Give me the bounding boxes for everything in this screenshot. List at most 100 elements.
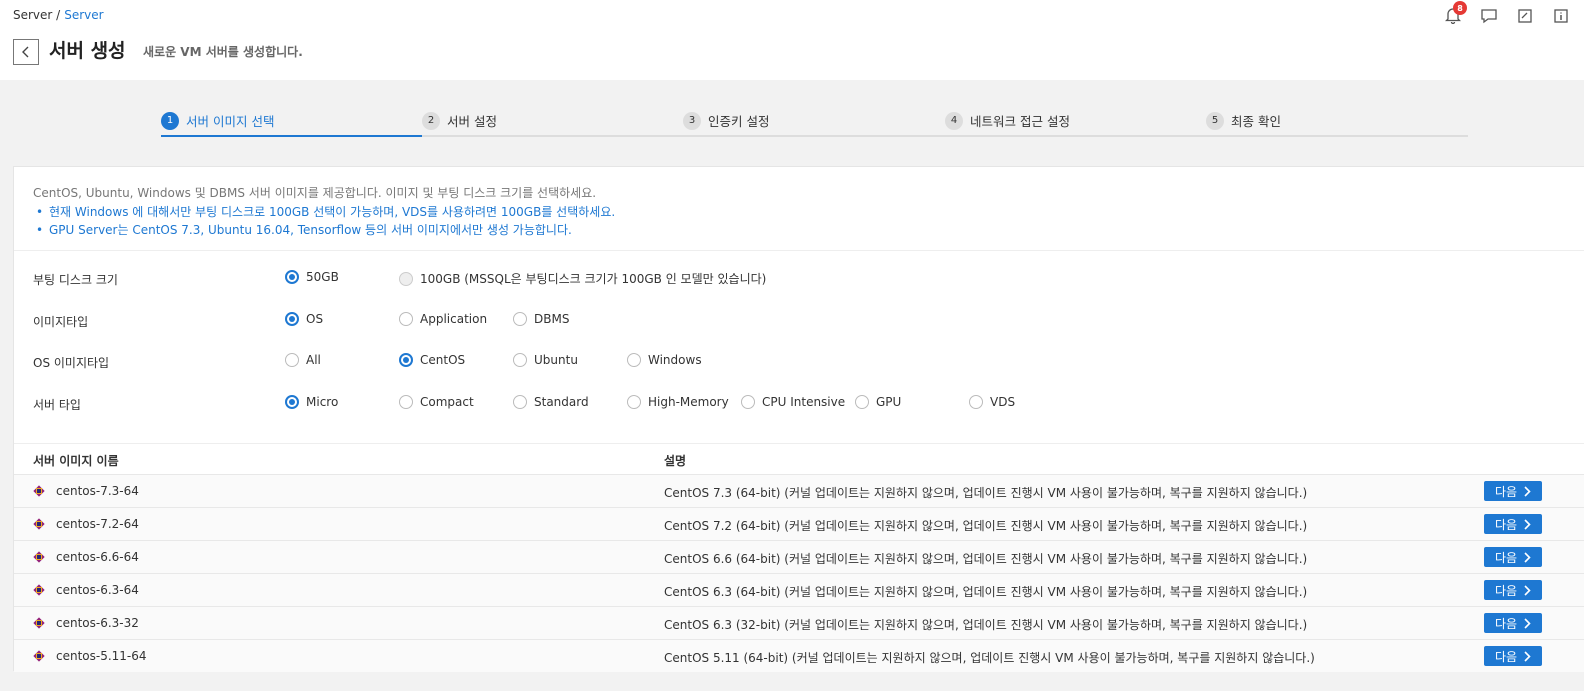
centos-logo-icon	[33, 584, 45, 596]
notice: CentOS, Ubuntu, Windows 및 DBMS 서버 이미지를 제…	[33, 184, 615, 240]
radio-server-standard[interactable]: Standard	[513, 395, 589, 409]
next-label: 다음	[1494, 550, 1518, 565]
radio-label: Micro	[306, 395, 339, 409]
radio-os-ubuntu[interactable]: Ubuntu	[513, 353, 578, 367]
step-label: 서버 이미지 선택	[186, 114, 275, 129]
chevron-right-icon	[1524, 551, 1531, 563]
radio-label: Compact	[420, 395, 474, 409]
radio-server-micro[interactable]: Micro	[285, 395, 338, 409]
os-image-type-label: OS 이미지타입	[33, 356, 110, 370]
radio-label: 50GB	[306, 270, 339, 284]
radio-os-centos[interactable]: CentOS	[399, 353, 465, 367]
next-button[interactable]: 다음	[1484, 613, 1542, 633]
radio-circle[interactable]	[969, 395, 983, 409]
active-step-indicator	[161, 135, 422, 137]
radio-server-compact[interactable]: Compact	[399, 395, 474, 409]
breadcrumb-current[interactable]: Server	[64, 8, 103, 22]
table-row[interactable]: centos-6.3-32 CentOS 6.3 (32-bit) (커널 업데…	[14, 606, 1584, 639]
table-row[interactable]: centos-6.6-64 CentOS 6.6 (64-bit) (커널 업데…	[14, 540, 1584, 573]
table-row[interactable]: centos-7.3-64 CentOS 7.3 (64-bit) (커널 업데…	[14, 474, 1584, 507]
breadcrumb-root[interactable]: Server /	[13, 8, 60, 22]
radio-label: All	[306, 353, 321, 367]
radio-label: Standard	[534, 395, 589, 409]
image-description: CentOS 6.6 (64-bit) (커널 업데이트는 지원하지 않으며, …	[664, 552, 1308, 566]
radio-server-cpu-intensive[interactable]: CPU Intensive	[741, 395, 845, 409]
radio-os-all[interactable]: All	[285, 353, 321, 367]
radio-circle[interactable]	[627, 353, 641, 367]
back-button[interactable]	[13, 39, 39, 65]
centos-logo-icon	[33, 485, 45, 497]
image-type-label: 이미지타입	[33, 315, 89, 329]
next-button[interactable]: 다음	[1484, 646, 1542, 666]
radio-server-high-memory[interactable]: High-Memory	[627, 395, 729, 409]
image-description: CentOS 7.2 (64-bit) (커널 업데이트는 지원하지 않으며, …	[664, 519, 1308, 533]
centos-logo-icon	[33, 650, 45, 662]
radio-circle[interactable]	[513, 395, 527, 409]
breadcrumb: Server / Server	[13, 8, 104, 22]
radio-image-os[interactable]: OS	[285, 312, 323, 326]
notice-main: CentOS, Ubuntu, Windows 및 DBMS 서버 이미지를 제…	[33, 186, 597, 200]
step-server-image[interactable]: 1 서버 이미지 선택	[161, 106, 274, 135]
radio-server-vds[interactable]: VDS	[969, 395, 1015, 409]
next-button[interactable]: 다음	[1484, 580, 1542, 600]
step-number: 3	[683, 111, 701, 130]
radio-label: High-Memory	[648, 395, 729, 409]
radio-circle[interactable]	[285, 270, 299, 284]
top-bar: Server / Server 서버 생성 새로운 VM 서버를 생성합니다. 8	[0, 0, 1584, 80]
radio-server-gpu[interactable]: GPU	[855, 395, 901, 409]
table-row[interactable]: centos-5.11-64 CentOS 5.11 (64-bit) (커널 …	[14, 639, 1584, 672]
info-button[interactable]	[1551, 6, 1570, 25]
step-number: 5	[1206, 111, 1224, 130]
next-button[interactable]: 다음	[1484, 481, 1542, 501]
centos-logo-icon	[33, 551, 45, 563]
step-server-settings[interactable]: 2 서버 설정	[422, 106, 497, 135]
next-button[interactable]: 다음	[1484, 547, 1542, 567]
next-label: 다음	[1494, 583, 1518, 598]
radio-circle[interactable]	[513, 312, 527, 326]
step-label: 서버 설정	[447, 114, 497, 129]
centos-logo-icon	[33, 518, 45, 530]
step-network-access[interactable]: 4 네트워크 접근 설정	[945, 106, 1070, 135]
chat-button[interactable]	[1479, 6, 1498, 25]
step-auth-key[interactable]: 3 인증키 설정	[683, 106, 769, 135]
radio-os-windows[interactable]: Windows	[627, 353, 702, 367]
radio-circle[interactable]	[741, 395, 755, 409]
radio-image-application[interactable]: Application	[399, 312, 487, 326]
radio-circle[interactable]	[285, 312, 299, 326]
table-row[interactable]: centos-7.2-64 CentOS 7.2 (64-bit) (커널 업데…	[14, 507, 1584, 540]
step-final-confirm[interactable]: 5 최종 확인	[1206, 106, 1281, 135]
radio-circle[interactable]	[399, 271, 413, 286]
image-description: CentOS 5.11 (64-bit) (커널 업데이트는 지원하지 않으며,…	[664, 651, 1315, 665]
next-label: 다음	[1494, 484, 1518, 499]
centos-logo-icon	[33, 617, 45, 629]
page-title: 서버 생성	[49, 40, 126, 62]
radio-circle[interactable]	[855, 395, 869, 409]
step-label: 네트워크 접근 설정	[970, 114, 1070, 129]
radio-circle[interactable]	[627, 395, 641, 409]
radio-circle[interactable]	[285, 353, 299, 367]
chevron-right-icon	[1524, 518, 1531, 530]
column-header-name: 서버 이미지 이름	[33, 454, 119, 468]
chat-icon	[1480, 8, 1497, 23]
radio-label: VDS	[990, 395, 1016, 409]
radio-circle[interactable]	[399, 312, 413, 326]
radio-boot-100gb[interactable]: 100GB (MSSQL은 부팅디스크 크기가 100GB 인 모델만 있습니다…	[399, 270, 766, 287]
memo-button[interactable]	[1515, 6, 1534, 25]
boot-disk-label: 부팅 디스크 크기	[33, 273, 118, 287]
image-description: CentOS 6.3 (32-bit) (커널 업데이트는 지원하지 않으며, …	[664, 618, 1308, 632]
radio-circle[interactable]	[399, 353, 413, 367]
radio-boot-50gb[interactable]: 50GB	[285, 270, 339, 284]
divider	[14, 443, 1584, 444]
next-button[interactable]: 다음	[1484, 514, 1542, 534]
radio-circle[interactable]	[285, 395, 299, 409]
info-icon	[1553, 8, 1568, 23]
radio-image-dbms[interactable]: DBMS	[513, 312, 569, 326]
radio-circle[interactable]	[399, 395, 413, 409]
radio-circle[interactable]	[513, 353, 527, 367]
notification-button[interactable]: 8	[1443, 1, 1467, 25]
step-label: 인증키 설정	[708, 114, 770, 129]
image-description: CentOS 7.3 (64-bit) (커널 업데이트는 지원하지 않으며, …	[664, 486, 1308, 500]
memo-icon	[1517, 8, 1532, 23]
table-row[interactable]: centos-6.3-64 CentOS 6.3 (64-bit) (커널 업데…	[14, 573, 1584, 606]
step-number: 2	[422, 111, 440, 130]
